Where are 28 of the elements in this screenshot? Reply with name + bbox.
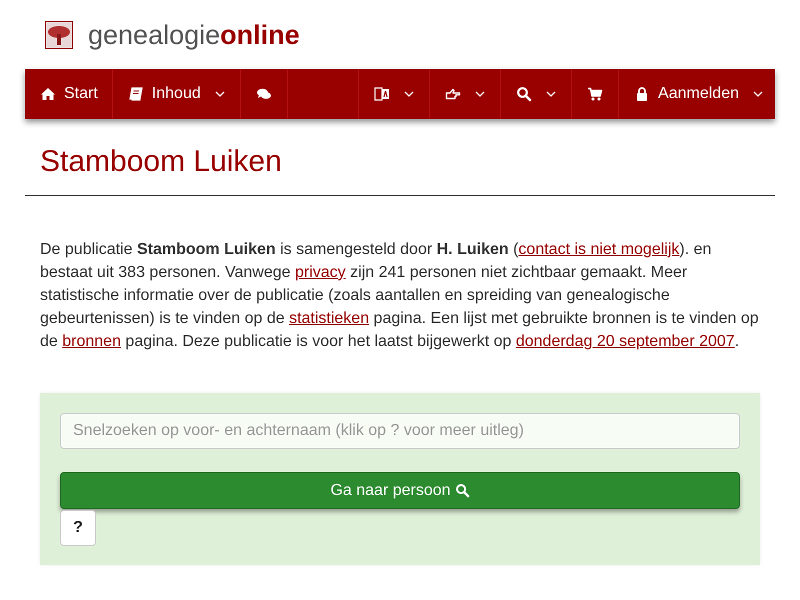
page-title: Stamboom Luiken xyxy=(40,144,283,180)
cart-icon xyxy=(587,86,604,102)
nav-icon-button[interactable] xyxy=(358,69,430,119)
text-link[interactable]: donderdag 20 september 2007 xyxy=(516,333,735,350)
home-icon xyxy=(40,86,56,102)
book-icon xyxy=(128,86,144,102)
intro-paragraph: De publicatie Stamboom Luiken is samengesteld door H. Luiken (contact is niet mogelijk). en bestaat uit 383 personen. Vanwege privacy zijn 241 personen niet zichtbaar gemaakt. Meer statistische informatie over de publicatie (zoals aantallen en spreiding van genealogische gebeurtenissen) is te vinden op de statistieken pagina. Een lijst met gebruikte bronnen is te vinden op de bronnen pagina. Deze publicatie is voor het laatst bijgewerkt op donderdag 20 september 2007. xyxy=(40,240,760,352)
caret-icon xyxy=(404,91,414,97)
caret-icon xyxy=(753,91,763,97)
text-link[interactable]: privacy xyxy=(295,264,346,281)
search-icon xyxy=(516,86,532,102)
nav-link[interactable]: Start xyxy=(25,69,113,119)
nav-link[interactable]: Aanmelden xyxy=(619,69,775,119)
pointing-hand-icon xyxy=(445,86,462,102)
caret-icon xyxy=(214,91,225,97)
caret-icon xyxy=(546,91,556,97)
text-link[interactable]: contact is niet mogelijk xyxy=(518,241,680,258)
translate-icon xyxy=(374,86,390,102)
help-button[interactable]: ? xyxy=(60,510,96,546)
site-logo-text[interactable]: genealogieonline xyxy=(88,20,300,50)
search-icon xyxy=(454,483,470,498)
text-link[interactable]: statistieken xyxy=(289,310,370,327)
caret-icon xyxy=(475,91,486,97)
chat-icon xyxy=(256,86,272,102)
text-link[interactable]: bronnen xyxy=(62,333,121,350)
nav-link[interactable]: Inhoud xyxy=(112,69,241,119)
search-field[interactable]: Snelzoeken op voor- en achternaam (klik op ? voor meer uitleg) xyxy=(60,413,740,449)
search-button[interactable]: Ga naar persoon xyxy=(60,472,740,509)
